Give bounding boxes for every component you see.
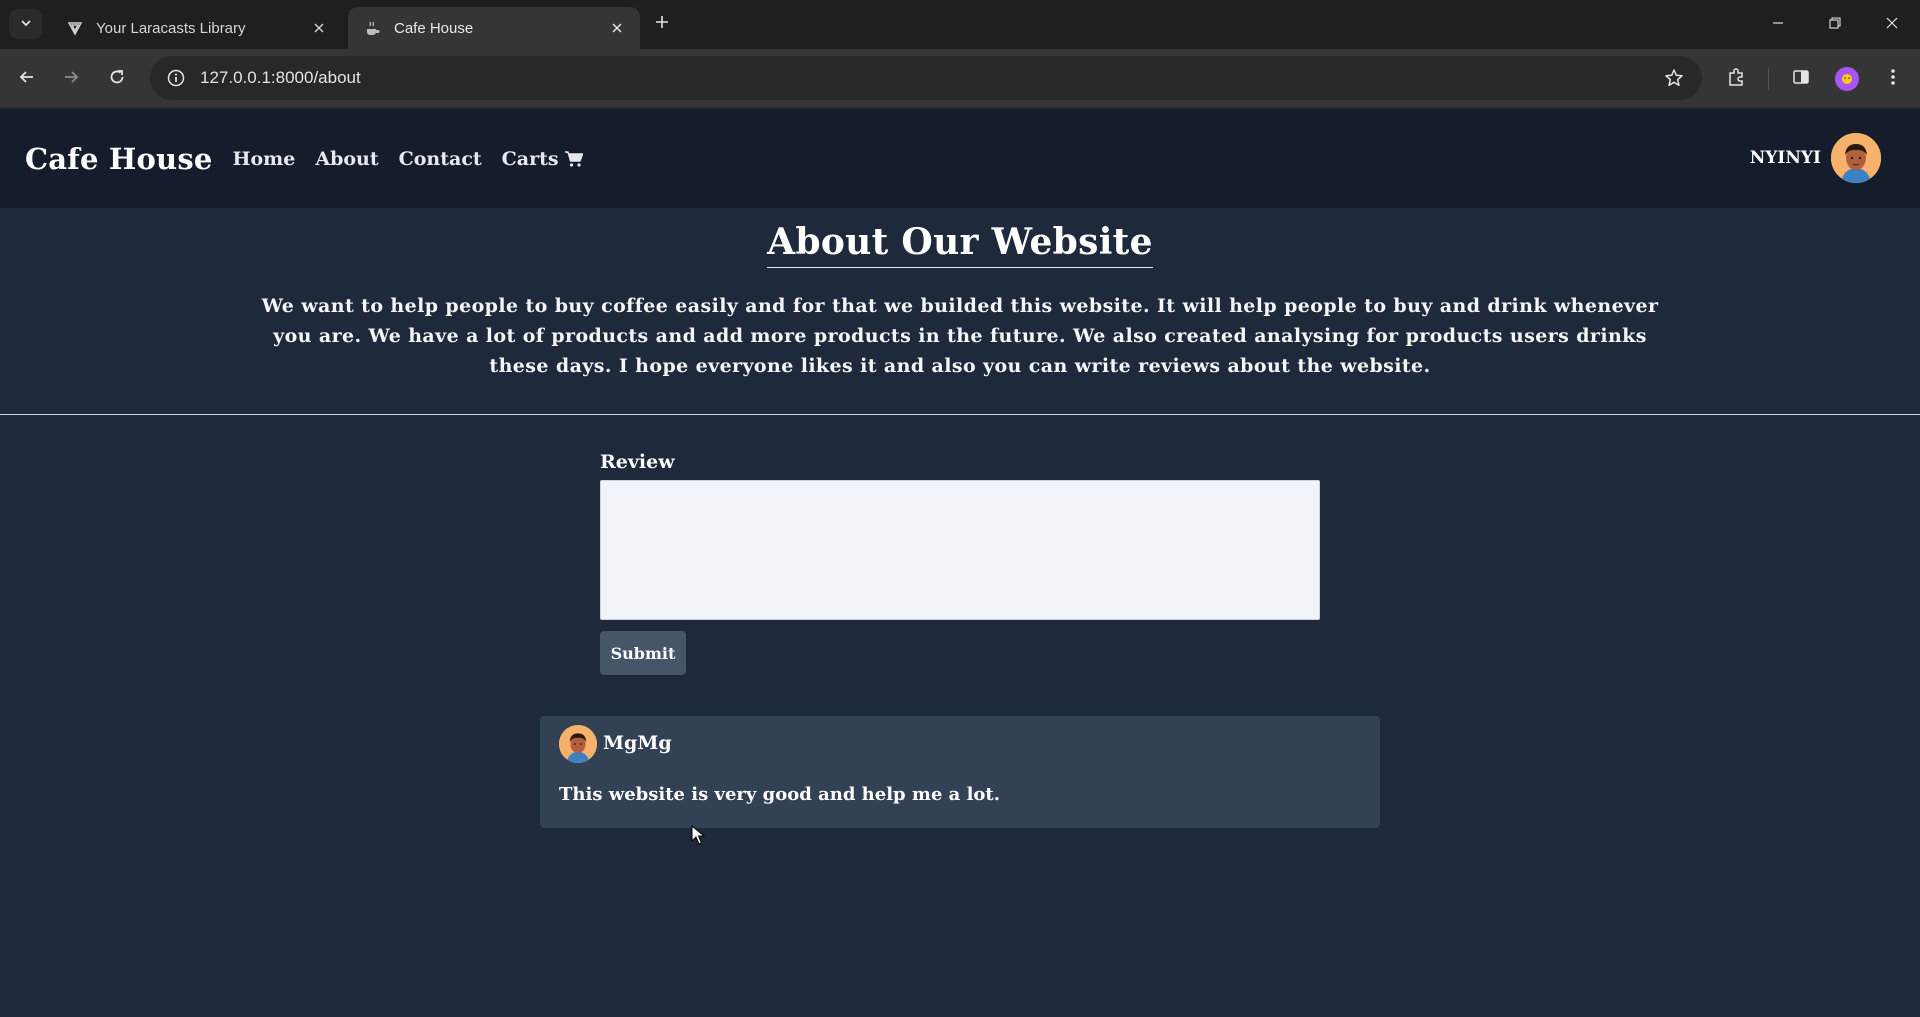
side-panel-button[interactable] [1786, 64, 1816, 94]
tab-title: Cafe House [394, 19, 474, 37]
nav-link-carts[interactable]: Carts [502, 148, 584, 170]
about-description: We want to help people to buy coffee eas… [261, 295, 1659, 377]
page-title: About Our Website [767, 221, 1153, 268]
restore-icon [1828, 15, 1842, 34]
puzzle-icon [1726, 67, 1746, 91]
plus-icon [654, 14, 670, 34]
reviewer-avatar [559, 725, 597, 763]
back-button[interactable] [12, 64, 42, 94]
reload-icon [108, 68, 126, 90]
user-avatar[interactable] [1831, 133, 1881, 183]
close-icon[interactable] [308, 17, 330, 39]
address-bar[interactable]: 127.0.0.1:8000/about [150, 56, 1702, 100]
review-text: This website is very good and help me a … [559, 784, 1001, 805]
tab-cafe-house[interactable]: Cafe House [348, 7, 640, 49]
nav-link-home[interactable]: Home [233, 148, 296, 170]
tab-title: Your Laracasts Library [96, 19, 246, 37]
extensions-button[interactable] [1721, 64, 1751, 94]
submit-button[interactable]: Submit [600, 631, 686, 675]
review-card: MgMg This website is very good and help … [540, 716, 1380, 828]
more-vertical-icon [1890, 67, 1896, 91]
close-window-button[interactable] [1863, 0, 1920, 49]
arrow-left-icon [18, 68, 36, 90]
tab-search-button[interactable] [9, 9, 42, 39]
nav-link-contact[interactable]: Contact [399, 148, 482, 170]
close-icon[interactable] [606, 17, 628, 39]
nav-link-carts-label: Carts [501, 147, 559, 170]
user-menu[interactable]: NYINYI [1750, 133, 1881, 183]
cart-icon [564, 150, 584, 168]
bookmark-star-icon[interactable] [1654, 56, 1694, 100]
url-text[interactable]: 127.0.0.1:8000/about [200, 68, 1654, 88]
chevron-down-icon [19, 15, 33, 34]
site-info-icon[interactable] [154, 56, 198, 100]
reviewer-name: MgMg [603, 732, 672, 754]
browser-tab-bar: Your Laracasts Library Cafe House [0, 0, 1920, 49]
nav-link-about[interactable]: About [315, 148, 378, 170]
laracasts-icon [66, 19, 84, 37]
profile-button[interactable] [1832, 64, 1862, 94]
minimize-icon [1771, 15, 1785, 34]
review-label: Review [600, 451, 675, 473]
cafe-icon [364, 19, 382, 37]
close-icon [1885, 15, 1899, 34]
review-textarea[interactable] [600, 480, 1320, 620]
brand-logo-text[interactable]: Cafe House [25, 142, 213, 176]
browser-menu-button[interactable] [1878, 64, 1908, 94]
reload-button[interactable] [102, 64, 132, 94]
about-section-title: About Our Website [0, 221, 1920, 268]
toolbar-divider [1768, 68, 1769, 90]
side-panel-icon [1791, 67, 1811, 91]
arrow-right-icon [62, 68, 80, 90]
minimize-button[interactable] [1749, 0, 1806, 49]
restore-button[interactable] [1806, 0, 1863, 49]
section-divider [0, 414, 1920, 415]
site-header: Cafe House Home About Contact Carts NYIN… [0, 109, 1920, 208]
user-name[interactable]: NYINYI [1750, 148, 1821, 168]
tab-laracasts[interactable]: Your Laracasts Library [50, 7, 342, 49]
main-nav: Home About Contact Carts [233, 148, 584, 170]
forward-button[interactable] [56, 64, 86, 94]
browser-toolbar: 127.0.0.1:8000/about [0, 49, 1920, 108]
new-tab-button[interactable] [650, 12, 674, 36]
profile-avatar-icon [1835, 67, 1859, 91]
mouse-cursor-icon [691, 824, 706, 849]
